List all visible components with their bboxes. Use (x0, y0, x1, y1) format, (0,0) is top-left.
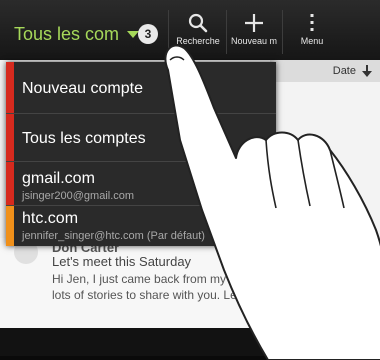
divider (168, 10, 169, 54)
menu-item-new-account[interactable]: Nouveau compte (6, 62, 276, 114)
account-color-stripe (6, 206, 14, 246)
account-color-stripe (6, 162, 14, 205)
menu-item-all-accounts[interactable]: Tous les comptes (6, 114, 276, 162)
menu-item-htc[interactable]: htc.com jennifer_singer@htc.com (Par déf… (6, 206, 276, 246)
divider (226, 10, 227, 54)
account-selector-dropdown[interactable]: Tous les com (14, 22, 140, 46)
list-item[interactable]: Don Carter Let's meet this Saturday Hi J… (0, 238, 380, 338)
menu-item-label: Tous les comptes (22, 130, 146, 147)
new-mail-button-label: Nouveau m (230, 36, 278, 46)
new-mail-button[interactable]: Nouveau m (228, 10, 280, 56)
sort-label: Date (332, 65, 356, 77)
divider (282, 10, 283, 54)
menu-item-label: Nouveau compte (22, 80, 143, 97)
account-domain: htc.com (22, 210, 79, 227)
overflow-menu-icon (310, 14, 314, 31)
plus-icon (245, 14, 263, 32)
bottom-strip (0, 328, 380, 356)
menu-button[interactable]: Menu (286, 10, 338, 56)
search-button-label: Recherche (176, 36, 220, 46)
account-dropdown-menu: Nouveau compte Tous les comptes gmail.co… (6, 62, 276, 246)
search-button[interactable]: Recherche (172, 10, 224, 56)
mail-subject: Let's meet this Saturday (52, 254, 192, 269)
search-icon (188, 13, 208, 33)
account-color-stripe (6, 114, 14, 161)
action-bar: Tous les com 3 Recherche Nouveau m Menu (0, 0, 380, 61)
unread-count-badge: 3 (138, 24, 158, 44)
account-email: jennifer_singer@htc.com (Par défaut) (22, 230, 205, 242)
account-email: jsinger200@gmail.com (22, 190, 135, 202)
account-color-stripe (6, 62, 14, 113)
account-domain: gmail.com (22, 170, 95, 187)
menu-button-label: Menu (300, 36, 324, 46)
menu-item-gmail[interactable]: gmail.com jsinger200@gmail.com (6, 162, 276, 206)
sort-control[interactable]: Date (270, 60, 380, 82)
mail-preview: Hi Jen, I just came back from my trip an… (52, 272, 290, 302)
account-title: Tous les com (14, 23, 120, 44)
mail-time: 12: (304, 258, 320, 270)
sort-down-arrow-icon (362, 65, 372, 77)
